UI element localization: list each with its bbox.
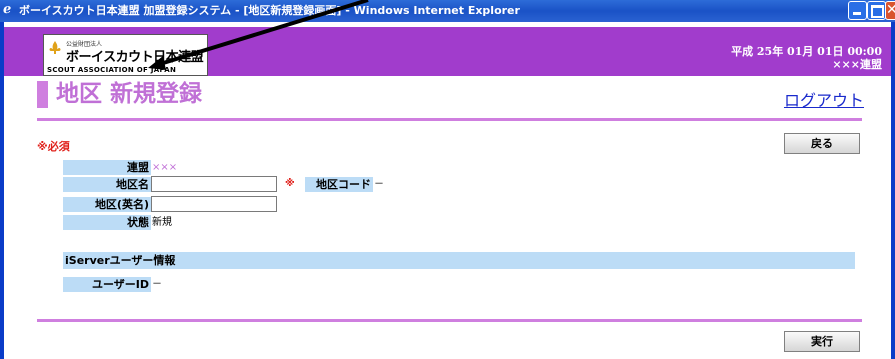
annotation-arrow-icon xyxy=(148,0,369,70)
